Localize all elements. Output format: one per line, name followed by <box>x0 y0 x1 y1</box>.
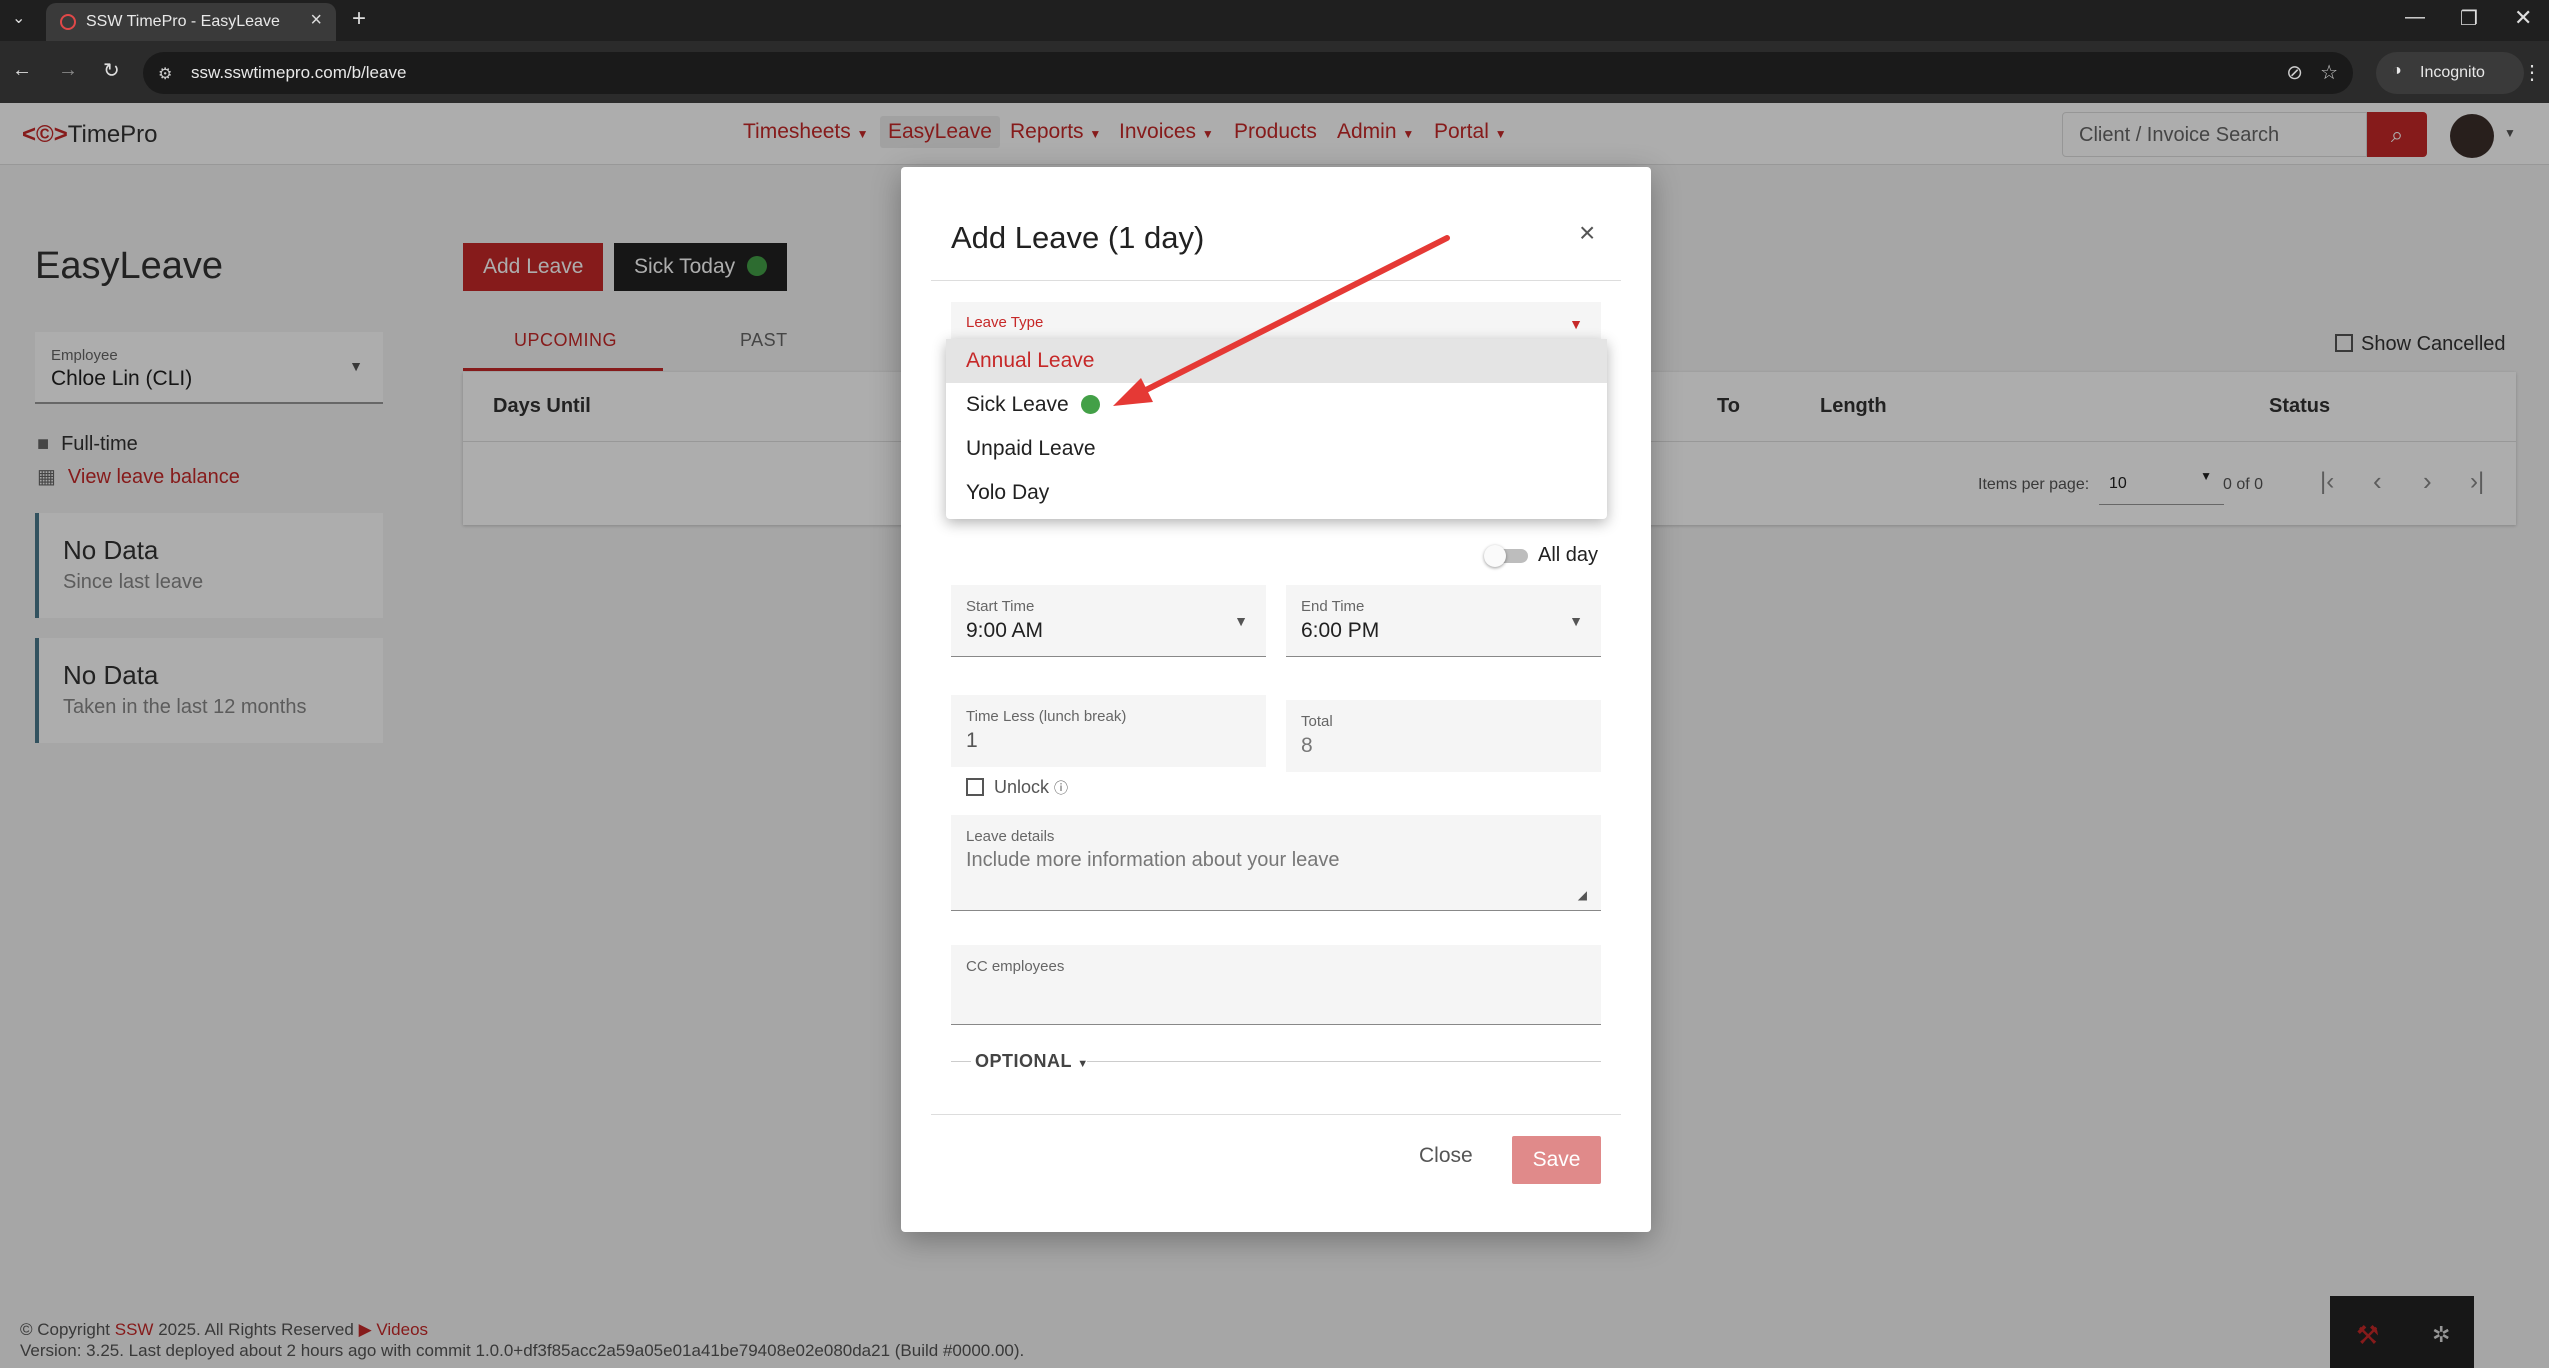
annotation-arrow-icon <box>1113 235 1450 406</box>
